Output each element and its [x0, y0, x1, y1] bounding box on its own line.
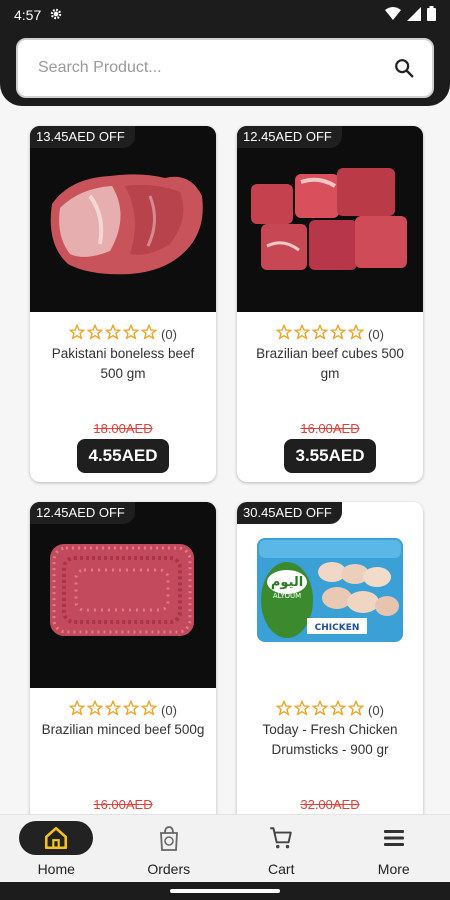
old-price: 18.00AED — [93, 421, 153, 436]
home-icon[interactable] — [19, 821, 94, 855]
star-icon — [329, 323, 347, 345]
nav-label-orders[interactable]: Orders — [147, 861, 190, 877]
package-product: CHICKEN — [315, 623, 360, 633]
bottom-navigation: Home Orders Cart More — [0, 814, 450, 882]
discount-badge: 30.45AED OFF — [237, 502, 342, 524]
product-card[interactable]: 12.45AED OFF (0) Brazilian beef cubes 50… — [237, 126, 423, 482]
star-icon — [293, 699, 311, 721]
product-image[interactable] — [237, 126, 423, 312]
product-card[interactable]: 13.45AED OFF (0) Pakistani boneless beef… — [30, 126, 216, 482]
search-icon[interactable] — [390, 54, 418, 82]
rating-stars: (0) — [237, 323, 423, 345]
beef-cubes-image — [237, 126, 423, 312]
menu-icon[interactable] — [357, 821, 431, 855]
product-grid[interactable]: 13.45AED OFF (0) Pakistani boneless beef… — [0, 106, 450, 814]
product-name[interactable]: Pakistani boneless beef 500 gm — [40, 344, 206, 384]
discount-badge: 12.45AED OFF — [30, 502, 135, 524]
system-home-bar — [0, 882, 450, 900]
orders-icon[interactable] — [132, 821, 206, 855]
star-icon — [347, 323, 365, 345]
product-card[interactable]: 12.45AED OFF (0) Brazilian minced beef 5… — [30, 502, 216, 814]
star-icon — [122, 323, 140, 345]
rating-stars: (0) — [237, 699, 423, 721]
nav-item-cart[interactable]: Cart — [225, 815, 338, 882]
star-icon — [104, 323, 122, 345]
star-icon — [293, 323, 311, 345]
star-icon — [347, 699, 365, 721]
rating-count: (0) — [161, 327, 177, 342]
package-brand-arabic: اليوم — [271, 575, 303, 590]
star-icon — [311, 323, 329, 345]
product-name[interactable]: Brazilian beef cubes 500 gm — [247, 344, 413, 384]
rating-count: (0) — [368, 327, 384, 342]
signal-icon — [407, 6, 421, 24]
star-icon — [104, 699, 122, 721]
star-icon — [122, 699, 140, 721]
star-icon — [68, 699, 86, 721]
old-price: 16.00AED — [93, 797, 153, 812]
discount-badge: 13.45AED OFF — [30, 126, 135, 148]
search-input[interactable] — [38, 59, 390, 77]
star-icon — [68, 323, 86, 345]
product-image[interactable] — [30, 502, 216, 688]
boneless-beef-image — [30, 126, 216, 312]
price-tag: 4.55AED — [77, 439, 169, 473]
nav-label-cart[interactable]: Cart — [268, 861, 294, 877]
home-gesture-pill[interactable] — [170, 889, 280, 893]
battery-icon — [427, 6, 436, 24]
star-icon — [275, 699, 293, 721]
package-brand: ALYOUM — [273, 592, 301, 600]
price-tag: 3.55AED — [284, 439, 376, 473]
star-icon — [311, 699, 329, 721]
star-icon — [329, 699, 347, 721]
cart-icon[interactable] — [244, 821, 318, 855]
star-icon — [275, 323, 293, 345]
gear-icon — [49, 7, 63, 24]
product-name[interactable]: Brazilian minced beef 500g — [40, 720, 206, 740]
search-bar[interactable] — [16, 38, 434, 98]
discount-badge: 12.45AED OFF — [237, 126, 342, 148]
star-icon — [140, 323, 158, 345]
nav-item-home[interactable]: Home — [0, 815, 113, 882]
wifi-icon — [385, 6, 401, 24]
nav-label-home[interactable]: Home — [38, 861, 75, 877]
status-time: 4:57 — [14, 7, 42, 23]
rating-stars: (0) — [30, 323, 216, 345]
star-icon — [140, 699, 158, 721]
status-bar: 4:57 — [0, 0, 450, 30]
rating-stars: (0) — [30, 699, 216, 721]
star-icon — [86, 699, 104, 721]
product-card[interactable]: اليوم ALYOUM CHICKEN 30.45AED OFF (0) To… — [237, 502, 423, 814]
old-price: 16.00AED — [300, 421, 360, 436]
minced-beef-image — [30, 502, 216, 688]
old-price: 32.00AED — [300, 797, 360, 812]
rating-count: (0) — [368, 703, 384, 718]
star-icon — [86, 323, 104, 345]
product-image[interactable]: اليوم ALYOUM CHICKEN — [237, 502, 423, 688]
product-name[interactable]: Today - Fresh Chicken Drumsticks - 900 g… — [247, 720, 413, 760]
chicken-drumsticks-image: اليوم ALYOUM CHICKEN — [237, 502, 423, 688]
product-image[interactable] — [30, 126, 216, 312]
nav-item-orders[interactable]: Orders — [113, 815, 226, 882]
rating-count: (0) — [161, 703, 177, 718]
nav-label-more[interactable]: More — [378, 861, 410, 877]
nav-item-more[interactable]: More — [338, 815, 450, 882]
